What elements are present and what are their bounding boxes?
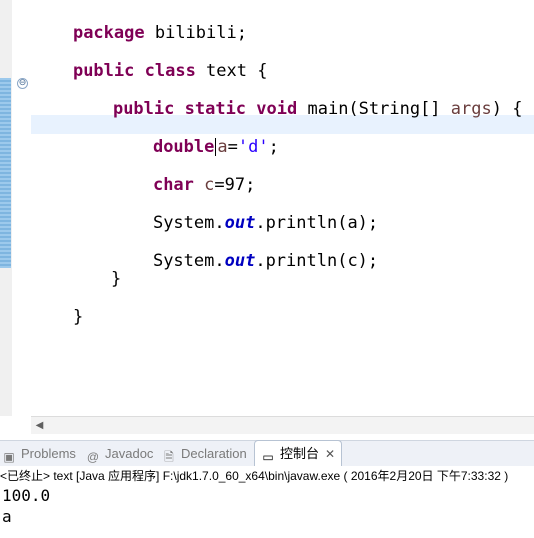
closing-brace: } <box>110 269 122 289</box>
code-text: System. <box>152 251 225 271</box>
fold-collapse-icon[interactable]: ⊖ <box>17 78 28 89</box>
code-line-5: char c=97; <box>112 152 255 195</box>
bottom-panel-tabs: ▣ Problems @ Javadoc 🗎 Declaration ▭ 控制台 ✕ <box>0 440 534 467</box>
code-line-8: } <box>70 246 121 289</box>
code-line-7: System.out.println(c); <box>112 228 378 271</box>
tab-javadoc[interactable]: @ Javadoc <box>86 441 154 466</box>
tab-label: Javadoc <box>105 446 154 461</box>
close-icon[interactable]: ✕ <box>325 441 335 467</box>
horizontal-scrollbar[interactable]: ◀ <box>31 416 534 434</box>
code-line-6: System.out.println(a); <box>112 190 378 233</box>
declaration-icon: 🗎 <box>164 450 174 464</box>
code-line-9: } <box>32 284 83 327</box>
console-output-line: a <box>2 507 12 526</box>
closing-brace: } <box>72 307 84 327</box>
code-line-2: public class text { <box>32 38 268 81</box>
console-status-line: <已终止> text [Java 应用程序] F:\jdk1.7.0_60_x6… <box>0 469 509 483</box>
tab-console[interactable]: ▭ 控制台 ✕ <box>254 440 343 467</box>
console-icon: ▭ <box>262 450 274 464</box>
parameter-name: args <box>450 99 492 119</box>
console-view[interactable]: <已终止> text [Java 应用程序] F:\jdk1.7.0_60_x6… <box>0 466 534 538</box>
code-line-4: double a='d'; <box>112 114 279 157</box>
tab-problems[interactable]: ▣ Problems <box>2 441 76 466</box>
code-text: ; <box>268 137 279 157</box>
tab-label: 控制台 <box>280 446 320 461</box>
at-icon: @ <box>86 450 100 464</box>
code-text: ) { <box>491 99 523 119</box>
scroll-left-icon[interactable]: ◀ <box>31 417 48 434</box>
code-line-3: public static void main(String[] args) { <box>72 76 523 119</box>
tab-declaration[interactable]: 🗎 Declaration <box>162 441 247 466</box>
method-range-indicator <box>0 78 11 268</box>
tab-label: Declaration <box>181 446 247 461</box>
code-text: main(String[] <box>297 99 451 119</box>
console-output-line: 100.0 <box>2 486 51 505</box>
static-field: out <box>224 251 256 271</box>
problems-icon: ▣ <box>3 450 15 464</box>
code-line-1: package bilibili; <box>32 0 247 43</box>
code-editor[interactable]: ⊖ package bilibili; public class text { … <box>0 0 534 416</box>
code-text: .println(c); <box>255 251 379 271</box>
tab-label: Problems <box>21 446 76 461</box>
